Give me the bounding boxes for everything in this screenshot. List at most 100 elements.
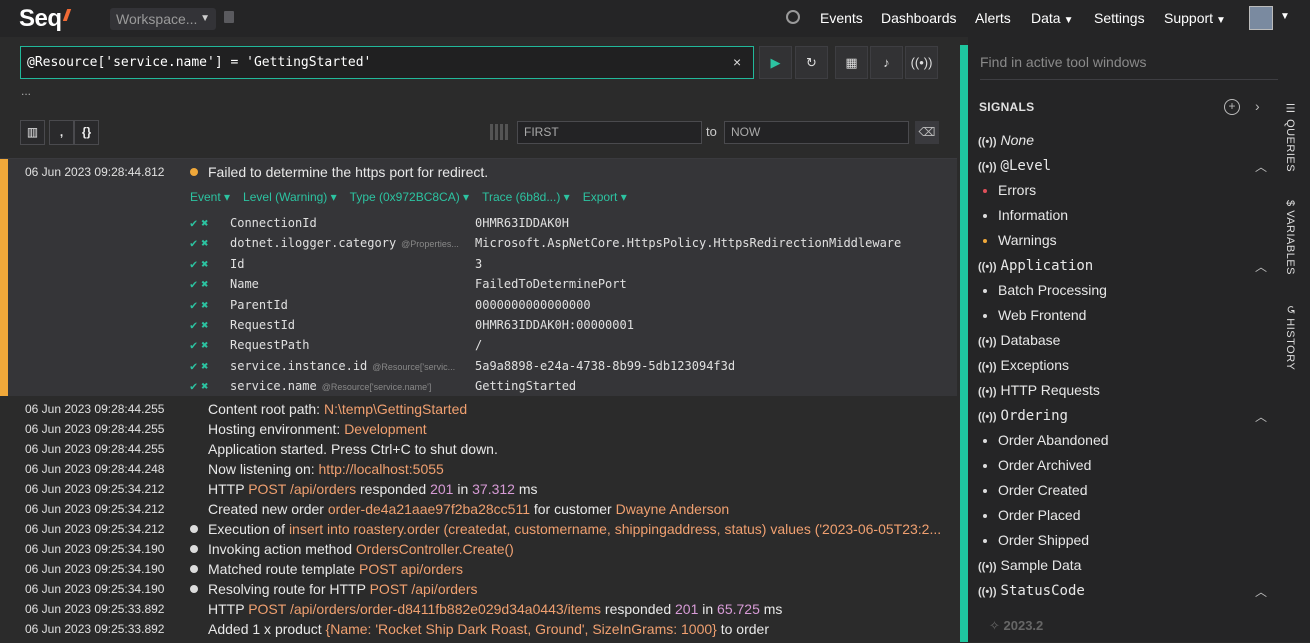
event-row[interactable]: 06 Jun 2023 09:25:34.212 HTTP POST /api/o… bbox=[0, 479, 957, 499]
event-action-link[interactable]: Trace (6b8d...) ▾ bbox=[482, 190, 570, 204]
exclude-x-icon[interactable]: ✖ bbox=[201, 257, 208, 271]
range-from-input[interactable]: FIRST bbox=[517, 121, 702, 144]
theme-toggle-icon[interactable] bbox=[786, 10, 800, 24]
run-query-button[interactable]: ▶ bbox=[759, 46, 792, 79]
nav-support[interactable]: Support ▼ bbox=[1164, 10, 1226, 26]
signal-item[interactable]: Order Archived bbox=[983, 457, 1091, 473]
exclude-x-icon[interactable]: ✖ bbox=[201, 298, 208, 312]
chart-toggle-button[interactable]: ▥ bbox=[20, 120, 45, 145]
signal-group[interactable]: ((•)) @Level bbox=[978, 157, 1051, 174]
message-property: POST bbox=[369, 581, 408, 597]
chevron-right-icon[interactable]: › bbox=[1255, 98, 1260, 114]
message-text: for customer bbox=[529, 501, 616, 517]
more-options[interactable]: ... bbox=[21, 84, 31, 98]
nav-events[interactable]: Events bbox=[820, 10, 863, 26]
signal-item[interactable]: ((•)) Exceptions bbox=[978, 357, 1069, 373]
exclude-x-icon[interactable]: ✖ bbox=[201, 236, 208, 250]
search-input[interactable]: @Resource['service.name'] = 'GettingStar… bbox=[20, 46, 754, 79]
json-mode-button[interactable]: {} bbox=[74, 120, 99, 145]
event-action-link[interactable]: Level (Warning) ▾ bbox=[243, 190, 337, 204]
user-avatar[interactable] bbox=[1249, 6, 1273, 30]
signal-item[interactable]: ((•)) Database bbox=[978, 332, 1060, 348]
include-check-icon[interactable]: ✔ bbox=[190, 298, 197, 312]
chevron-down-icon[interactable]: ▼ bbox=[1280, 11, 1290, 22]
signal-item[interactable]: Order Placed bbox=[983, 507, 1080, 523]
add-to-dashboard-button[interactable]: ▦ bbox=[835, 46, 868, 79]
find-input[interactable]: Find in active tool windows bbox=[980, 45, 1302, 80]
nav-dashboards[interactable]: Dashboards bbox=[881, 10, 957, 26]
event-action-link[interactable]: Type (0x972BC8CA) ▾ bbox=[350, 190, 469, 204]
event-row[interactable]: 06 Jun 2023 09:25:34.190 Resolving route … bbox=[0, 579, 957, 599]
tab-variables[interactable]: $ VARIABLES bbox=[1284, 200, 1296, 275]
event-action-link[interactable]: Export ▾ bbox=[583, 190, 627, 204]
dashboard-icon: ▦ bbox=[845, 55, 858, 70]
save-workspace-icon[interactable] bbox=[224, 11, 234, 23]
include-check-icon[interactable]: ✔ bbox=[190, 257, 197, 271]
chevron-up-icon[interactable]: ︿ bbox=[1255, 258, 1267, 275]
exclude-x-icon[interactable]: ✖ bbox=[201, 318, 208, 332]
include-check-icon[interactable]: ✔ bbox=[190, 277, 197, 291]
include-check-icon[interactable]: ✔ bbox=[190, 236, 197, 250]
event-row[interactable]: 06 Jun 2023 09:25:34.190 Invoking action … bbox=[0, 539, 957, 559]
seq-logo[interactable]: Seq bbox=[19, 5, 71, 33]
panel-divider[interactable] bbox=[960, 45, 968, 642]
text-mode-button[interactable]: , bbox=[49, 120, 74, 145]
clear-range-icon[interactable]: ⌫ bbox=[915, 121, 939, 144]
signal-item[interactable]: Order Created bbox=[983, 482, 1087, 498]
event-row[interactable]: 06 Jun 2023 09:28:44.255 Application star… bbox=[0, 439, 957, 459]
event-row[interactable]: 06 Jun 2023 09:25:34.212 Created new orde… bbox=[0, 499, 957, 519]
signal-group[interactable]: ((•)) Application bbox=[978, 257, 1093, 274]
signal-group[interactable]: ((•)) StatusCode bbox=[978, 582, 1085, 599]
exclude-x-icon[interactable]: ✖ bbox=[201, 277, 208, 291]
chevron-up-icon[interactable]: ︿ bbox=[1255, 158, 1267, 175]
clear-query-icon[interactable]: × bbox=[733, 54, 741, 70]
tab-queries[interactable]: ☰ QUERIES bbox=[1284, 102, 1297, 172]
signal-item[interactable]: Warnings bbox=[983, 232, 1057, 248]
tail-events-button[interactable]: ↻ bbox=[795, 46, 828, 79]
range-to-input[interactable]: NOW bbox=[724, 121, 909, 144]
save-signal-button[interactable]: ((•)) bbox=[905, 46, 938, 79]
event-row[interactable]: 06 Jun 2023 09:25:33.892 Added 1 x produc… bbox=[0, 619, 957, 639]
signal-item[interactable]: Order Shipped bbox=[983, 532, 1089, 548]
tab-history[interactable]: ↺ HISTORY bbox=[1284, 305, 1297, 370]
signal-item[interactable]: ((•)) Sample Data bbox=[978, 557, 1081, 573]
include-check-icon[interactable]: ✔ bbox=[190, 216, 197, 230]
event-action-link[interactable]: Event ▾ bbox=[190, 190, 230, 204]
signal-item[interactable]: Batch Processing bbox=[983, 282, 1107, 298]
signal-group[interactable]: ((•)) Ordering bbox=[978, 407, 1068, 424]
nav-data[interactable]: Data ▼ bbox=[1031, 10, 1073, 26]
nav-settings[interactable]: Settings bbox=[1094, 10, 1145, 26]
exclude-x-icon[interactable]: ✖ bbox=[201, 216, 208, 230]
include-check-icon[interactable]: ✔ bbox=[190, 338, 197, 352]
workspace-selector[interactable]: Workspace... ▼ bbox=[110, 8, 216, 30]
signal-item[interactable]: Web Frontend bbox=[983, 307, 1086, 323]
signal-label: Errors bbox=[998, 182, 1037, 198]
event-row[interactable]: 06 Jun 2023 09:28:44.255 Content root pat… bbox=[0, 399, 957, 419]
braces-icon: {} bbox=[81, 125, 92, 139]
nav-alerts[interactable]: Alerts bbox=[975, 10, 1011, 26]
event-row[interactable]: 06 Jun 2023 09:28:44.255 Hosting environm… bbox=[0, 419, 957, 439]
signal-item[interactable]: ((•)) None bbox=[978, 132, 1034, 148]
event-row[interactable]: 06 Jun 2023 09:25:33.892 HTTP POST /api/o… bbox=[0, 599, 957, 619]
exclude-x-icon[interactable]: ✖ bbox=[201, 338, 208, 352]
include-check-icon[interactable]: ✔ bbox=[190, 318, 197, 332]
chevron-up-icon[interactable]: ︿ bbox=[1255, 583, 1267, 600]
add-signal-icon[interactable]: + bbox=[1224, 99, 1240, 115]
expanded-event[interactable]: 06 Jun 2023 09:28:44.812 Failed to deter… bbox=[0, 159, 957, 396]
signal-item[interactable]: Errors bbox=[983, 182, 1036, 198]
event-message[interactable]: Failed to determine the https port for r… bbox=[208, 164, 488, 180]
event-row[interactable]: 06 Jun 2023 09:28:44.248 Now listening on… bbox=[0, 459, 957, 479]
event-row[interactable]: 06 Jun 2023 09:25:34.212 Execution of ins… bbox=[0, 519, 957, 539]
signal-item[interactable]: Order Abandoned bbox=[983, 432, 1109, 448]
exclude-x-icon[interactable]: ✖ bbox=[201, 379, 208, 393]
include-check-icon[interactable]: ✔ bbox=[190, 359, 197, 373]
signal-item[interactable]: ((•)) HTTP Requests bbox=[978, 382, 1100, 398]
calendar-icon[interactable] bbox=[490, 124, 508, 140]
add-alert-button[interactable]: ♪ bbox=[870, 46, 903, 79]
chevron-up-icon[interactable]: ︿ bbox=[1255, 408, 1267, 425]
signal-item[interactable]: Information bbox=[983, 207, 1068, 223]
include-check-icon[interactable]: ✔ bbox=[190, 379, 197, 393]
exclude-x-icon[interactable]: ✖ bbox=[201, 359, 208, 373]
event-row[interactable]: 06 Jun 2023 09:25:34.190 Matched route te… bbox=[0, 559, 957, 579]
signal-icon: ((•)) bbox=[978, 161, 997, 173]
